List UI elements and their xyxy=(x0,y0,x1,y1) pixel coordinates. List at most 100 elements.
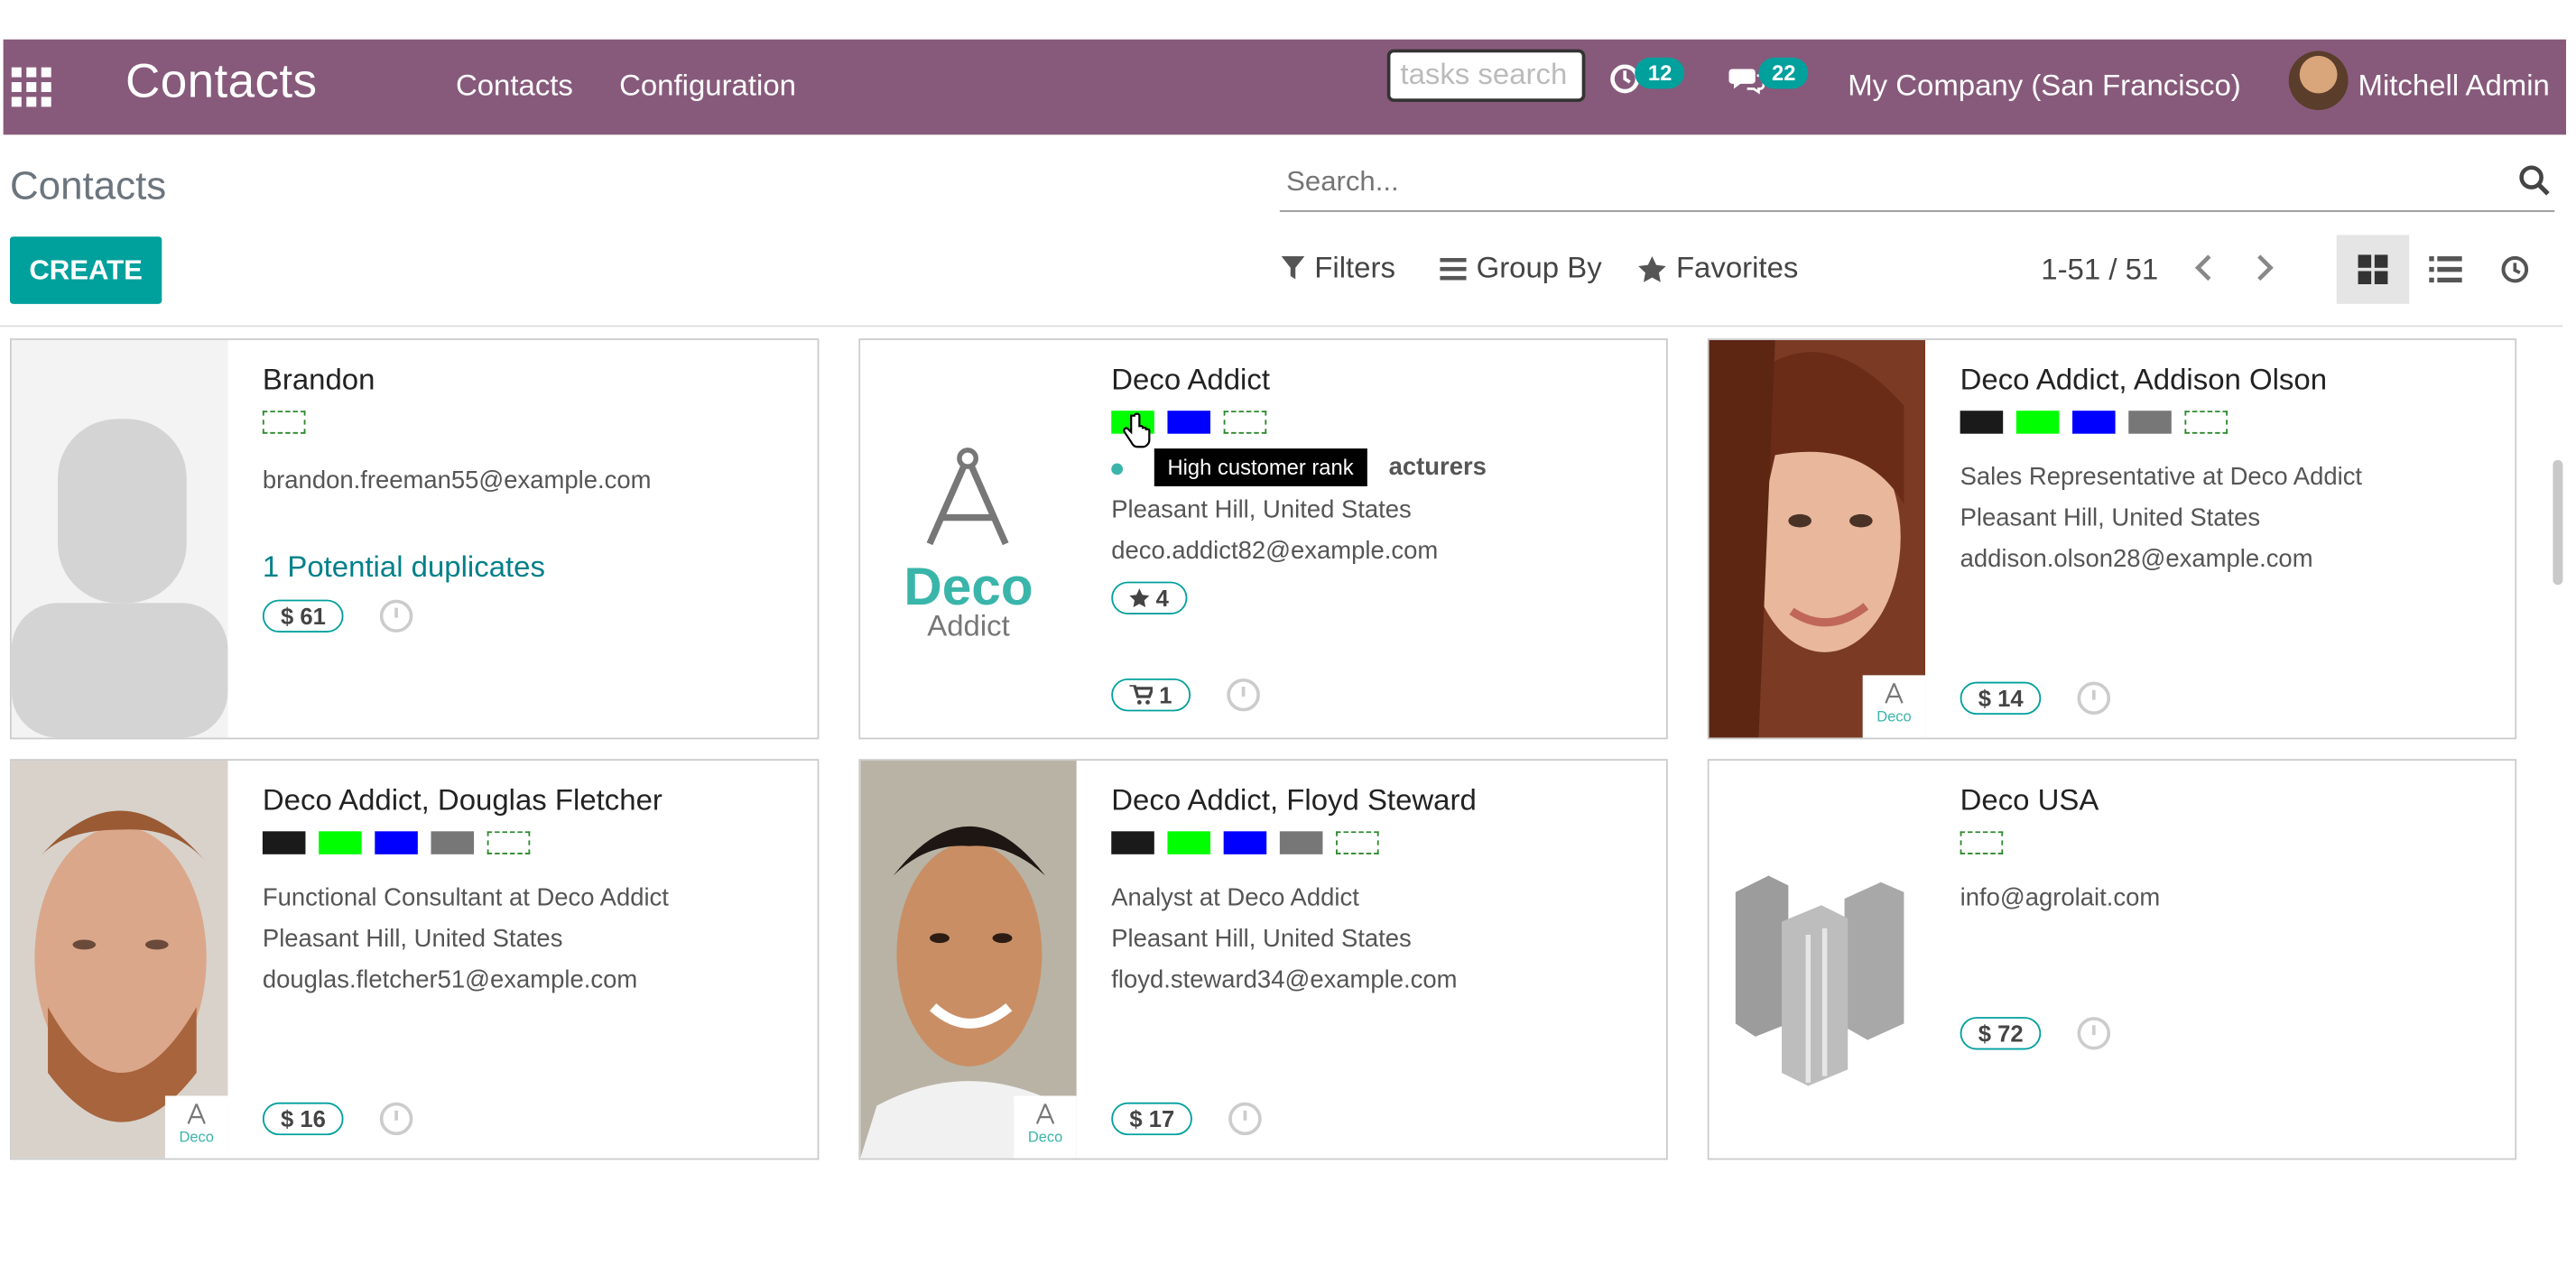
app-title: Contacts xyxy=(125,55,318,109)
contact-function: Functional Consultant at Deco Addict xyxy=(262,883,669,912)
list-view-icon[interactable] xyxy=(2409,235,2481,303)
activity-clock-icon[interactable] xyxy=(1226,678,1260,712)
contact-location: Pleasant Hill, United States xyxy=(1960,503,2261,532)
scrollbar[interactable] xyxy=(2553,459,2563,586)
sales-count-button[interactable]: $ 72 xyxy=(1960,1017,2042,1050)
contact-email: floyd.steward34@example.com xyxy=(1111,965,1458,994)
search-bar xyxy=(1279,158,2555,212)
tag-outline[interactable] xyxy=(262,411,306,434)
pager-value[interactable]: 1-51 / 51 xyxy=(2041,253,2158,287)
kanban-view-icon[interactable] xyxy=(2336,235,2410,304)
sale-orders-button[interactable]: 1 xyxy=(1111,678,1191,712)
create-button[interactable]: CREATE xyxy=(9,236,162,304)
category-text: acturers xyxy=(1388,453,1487,482)
sales-count: $ 17 xyxy=(1129,1105,1175,1132)
tag-gray[interactable] xyxy=(2128,411,2172,434)
filters-label: Filters xyxy=(1314,251,1395,284)
contact-location: Pleasant Hill, United States xyxy=(1111,495,1412,524)
control-panel-divider xyxy=(0,325,2563,328)
hand-cursor-icon xyxy=(1123,412,1151,448)
sales-count: $ 14 xyxy=(1978,685,2024,712)
top-navbar: Contacts Contacts Configuration tasks se… xyxy=(3,39,2567,135)
rank-count: 4 xyxy=(1155,585,1169,612)
company-mini-logo: Deco xyxy=(164,1095,228,1159)
tag-black[interactable] xyxy=(262,831,306,854)
contact-email: deco.addict82@example.com xyxy=(1111,537,1439,566)
contact-email: brandon.freeman55@example.com xyxy=(262,466,652,495)
contact-function: Analyst at Deco Addict xyxy=(1111,883,1359,912)
tag-outline[interactable] xyxy=(1336,831,1379,854)
user-avatar[interactable] xyxy=(2288,51,2349,110)
company-building-image xyxy=(1709,761,1926,1159)
sales-count-button[interactable]: $ 17 xyxy=(1111,1102,1193,1136)
potential-duplicates-link[interactable]: 1 Potential duplicates xyxy=(263,550,804,585)
company-logo: Deco Addict xyxy=(860,339,1077,738)
sales-count-button[interactable]: $ 61 xyxy=(262,599,344,633)
contact-location: Pleasant Hill, United States xyxy=(262,925,563,954)
contact-email: addison.olson28@example.com xyxy=(1960,545,2313,574)
contact-email: douglas.fletcher51@example.com xyxy=(262,965,638,994)
contact-name: Deco Addict, Addison Olson xyxy=(1960,363,2328,396)
user-menu[interactable]: Mitchell Admin xyxy=(2358,69,2550,103)
breadcrumb: Contacts xyxy=(9,164,167,209)
activity-clock-icon[interactable] xyxy=(380,599,413,633)
tag-outline[interactable] xyxy=(486,831,531,854)
activity-clock-icon[interactable] xyxy=(1228,1102,1263,1136)
search-icon[interactable] xyxy=(2518,164,2554,200)
tag-outline[interactable] xyxy=(1223,411,1267,434)
contact-card[interactable]: Deco USA info@agrolait.com $ 72 xyxy=(1707,759,2517,1160)
menu-contacts[interactable]: Contacts xyxy=(456,69,573,103)
logo-subtext: Addict xyxy=(927,609,1010,642)
tag-black[interactable] xyxy=(1960,411,2004,434)
tag-blue[interactable] xyxy=(2072,411,2116,434)
pager-previous-icon[interactable] xyxy=(2193,253,2213,292)
tag-blue[interactable] xyxy=(1167,411,1211,434)
sales-count: $ 16 xyxy=(281,1105,326,1132)
pager-next-icon[interactable] xyxy=(2256,253,2275,292)
category-dot xyxy=(1111,463,1124,476)
favorites-button[interactable]: Favorites xyxy=(1638,252,1798,286)
filters-button[interactable]: Filters xyxy=(1281,251,1395,286)
contact-card[interactable]: Brandon brandon.freeman55@example.com 1 … xyxy=(9,338,820,740)
contact-name: Deco Addict, Douglas Fletcher xyxy=(262,783,663,817)
contact-name: Brandon xyxy=(262,363,375,396)
search-input[interactable] xyxy=(1283,164,2446,201)
rank-button[interactable]: 4 xyxy=(1111,581,1188,614)
messages-badge: 22 xyxy=(1758,57,1810,89)
company-mini-logo: Deco xyxy=(1014,1095,1077,1159)
contact-card[interactable]: Deco Deco Addict, Addison Olson Sales Re… xyxy=(1707,338,2517,740)
contact-name: Deco Addict xyxy=(1111,363,1270,396)
company-switcher[interactable]: My Company (San Francisco) xyxy=(1848,69,2241,103)
activity-clock-icon[interactable] xyxy=(2077,681,2111,716)
activity-clock-icon[interactable] xyxy=(2077,1017,2111,1050)
activities-badge: 12 xyxy=(1635,57,1685,89)
contact-card[interactable]: Deco Deco Addict, Douglas Fletcher Funct… xyxy=(9,759,820,1160)
mini-logo-text: Deco xyxy=(1876,707,1912,725)
tag-outline[interactable] xyxy=(2184,411,2228,434)
tag-outline[interactable] xyxy=(1960,831,2004,854)
sales-count-button[interactable]: $ 16 xyxy=(262,1102,344,1136)
group-by-button[interactable]: Group By xyxy=(1440,252,1602,286)
tasks-search-input[interactable]: tasks search xyxy=(1386,49,1586,102)
tag-black[interactable] xyxy=(1111,831,1154,854)
tag-green[interactable] xyxy=(1167,831,1211,854)
tag-gray[interactable] xyxy=(1279,831,1323,854)
activity-clock-icon[interactable] xyxy=(380,1102,413,1136)
contact-function: Sales Representative at Deco Addict xyxy=(1960,463,2363,492)
sales-count-button[interactable]: $ 14 xyxy=(1960,681,2042,716)
activity-view-icon[interactable] xyxy=(2479,235,2551,303)
contact-email: info@agrolait.com xyxy=(1960,883,2161,912)
contact-card[interactable]: Deco Addict Deco Addict acturers Pleasan… xyxy=(858,338,1668,740)
contact-card[interactable]: Deco Deco Addict, Floyd Steward Analyst … xyxy=(858,759,1668,1160)
tag-blue[interactable] xyxy=(375,831,418,854)
mini-logo-text: Deco xyxy=(179,1128,214,1146)
contact-name: Deco Addict, Floyd Steward xyxy=(1111,783,1477,817)
tag-gray[interactable] xyxy=(431,831,475,854)
tag-blue[interactable] xyxy=(1223,831,1267,854)
sales-count: $ 72 xyxy=(1978,1020,2024,1047)
tag-green[interactable] xyxy=(2015,411,2060,434)
tooltip: High customer rank xyxy=(1154,448,1367,486)
tag-green[interactable] xyxy=(319,831,362,854)
apps-menu-icon[interactable] xyxy=(11,67,55,107)
menu-configuration[interactable]: Configuration xyxy=(619,69,796,103)
